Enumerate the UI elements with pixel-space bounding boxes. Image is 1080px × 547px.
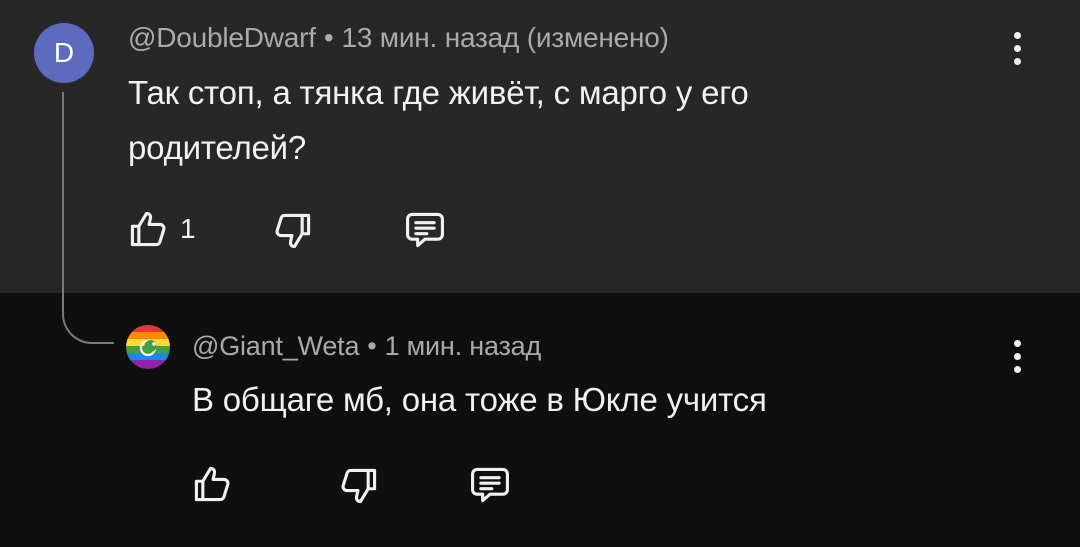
reply-thread-line: [62, 92, 114, 344]
author-name[interactable]: @DoubleDwarf: [128, 22, 316, 53]
avatar[interactable]: [126, 325, 170, 369]
meta-separator: •: [367, 331, 377, 361]
thumb-down-icon: [341, 468, 377, 504]
comment-timestamp: 13 мин. назад (изменено): [341, 22, 669, 53]
reply-comment-icon: [471, 467, 509, 503]
author-name[interactable]: @Giant_Weta: [192, 331, 359, 361]
more-vert-icon[interactable]: [1002, 331, 1032, 381]
avatar[interactable]: D: [34, 23, 94, 83]
reply-meta: @Giant_Weta • 1 мин. назад: [192, 331, 541, 362]
dislike-button[interactable]: [271, 209, 315, 253]
reply-text: В общаге мб, она тоже в Юкле учится: [192, 372, 767, 427]
like-button[interactable]: [190, 462, 234, 506]
meta-separator: •: [323, 22, 334, 53]
reply-button[interactable]: [467, 463, 513, 507]
reply-button[interactable]: [402, 208, 448, 252]
reply-comment-icon: [406, 212, 444, 248]
comment-meta: @DoubleDwarf • 13 мин. назад (изменено): [128, 22, 669, 54]
thumb-up-icon: [194, 466, 230, 502]
dislike-button[interactable]: [337, 464, 381, 508]
comment-text-line: Так стоп, а тянка где живёт, с марго у е…: [128, 74, 749, 111]
comments-screen: D @DoubleDwarf • 13 мин. назад (изменено) …: [0, 0, 1080, 547]
more-vert-icon[interactable]: [1002, 23, 1032, 73]
comment-text: Так стоп, а тянка где живёт, с марго у е…: [128, 65, 749, 175]
reply-text-line: В общаге мб, она тоже в Юкле учится: [192, 381, 767, 418]
comment-text-line: родителей?: [128, 129, 307, 166]
thumb-down-icon: [275, 213, 311, 249]
like-button[interactable]: 1: [126, 207, 196, 251]
like-count: 1: [180, 213, 196, 244]
thumb-up-icon: [130, 211, 166, 247]
reply-timestamp: 1 мин. назад: [384, 331, 542, 361]
